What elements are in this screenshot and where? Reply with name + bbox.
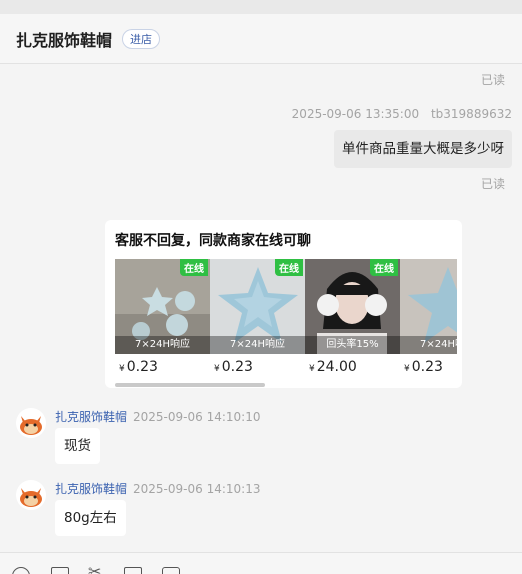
product-price: ¥24.00 <box>309 359 357 375</box>
top-strip <box>0 0 522 14</box>
avatar[interactable] <box>16 408 46 438</box>
product-caption: 7×24H响应 <box>210 336 305 354</box>
product-caption: 7×24H响应 <box>400 336 457 354</box>
file-icon[interactable] <box>124 567 142 574</box>
recommendation-title: 客服不回复，同款商家在线可聊 <box>115 233 311 249</box>
product-caption: 回头率15% <box>305 336 400 354</box>
avatar[interactable] <box>16 480 46 510</box>
product-card[interactable]: 在线 回头率15% ¥24.00 <box>305 259 400 379</box>
product-image[interactable]: 在线 7×24H响应 <box>400 259 457 354</box>
product-card[interactable]: 在线 7×24H响应 ¥0.23 <box>210 259 305 379</box>
recommendation-card: 客服不回复，同款商家在线可聊 在线 7×24H响应 ¥0.23 在线 7×24H… <box>105 220 462 388</box>
shop-name: 扎克服饰鞋帽 <box>16 30 113 50</box>
product-image[interactable]: 在线 7×24H响应 <box>115 259 210 354</box>
image-icon[interactable] <box>51 567 69 574</box>
read-status: 已读 <box>480 73 505 87</box>
product-card[interactable]: 在线 7×24H响应 ¥0.23 <box>115 259 210 379</box>
chat-header: 扎克服饰鞋帽 进店 <box>0 14 522 64</box>
outgoing-message[interactable]: 单件商品重量大概是多少呀 <box>334 130 512 168</box>
product-price: ¥0.23 <box>214 359 253 375</box>
sender-id: tb319889632 <box>430 107 512 121</box>
message-time: 2025-09-06 14:10:13 <box>133 482 261 496</box>
product-card[interactable]: 在线 7×24H响应 ¥0.23 <box>400 259 457 379</box>
message-bubble[interactable]: 80g左右 <box>55 500 126 536</box>
product-price: ¥0.23 <box>404 359 443 375</box>
message-meta: 2025-09-06 13:35:00 tb319889632 <box>292 107 512 121</box>
online-tag: 在线 <box>180 259 208 276</box>
emoji-icon[interactable] <box>12 567 30 574</box>
sender-name[interactable]: 扎克服饰鞋帽 <box>55 410 127 424</box>
message-time: 2025-09-06 13:35:00 <box>291 107 420 121</box>
message-time: 2025-09-06 14:10:10 <box>133 410 261 424</box>
sender-name[interactable]: 扎克服饰鞋帽 <box>55 482 127 496</box>
message-meta: 扎克服饰鞋帽 2025-09-06 14:10:13 <box>55 480 260 497</box>
read-status: 已读 <box>480 177 505 191</box>
product-image[interactable]: 在线 回头率15% <box>305 259 400 354</box>
horizontal-scrollbar[interactable] <box>115 383 265 387</box>
enter-shop-button[interactable]: 进店 <box>122 28 161 49</box>
online-tag: 在线 <box>370 259 398 276</box>
product-image[interactable]: 在线 7×24H响应 <box>210 259 305 354</box>
message-meta: 扎克服饰鞋帽 2025-09-06 14:10:10 <box>55 408 260 425</box>
input-toolbar: ✂ <box>0 552 522 574</box>
product-price: ¥0.23 <box>119 359 158 375</box>
recommendation-list[interactable]: 在线 7×24H响应 ¥0.23 在线 7×24H响应 ¥0.23 在线 回头率… <box>115 259 457 379</box>
scissors-icon[interactable]: ✂ <box>88 564 101 574</box>
chat-icon[interactable] <box>162 567 180 574</box>
product-caption: 7×24H响应 <box>115 336 210 354</box>
message-bubble[interactable]: 现货 <box>55 428 100 464</box>
online-tag: 在线 <box>275 259 303 276</box>
